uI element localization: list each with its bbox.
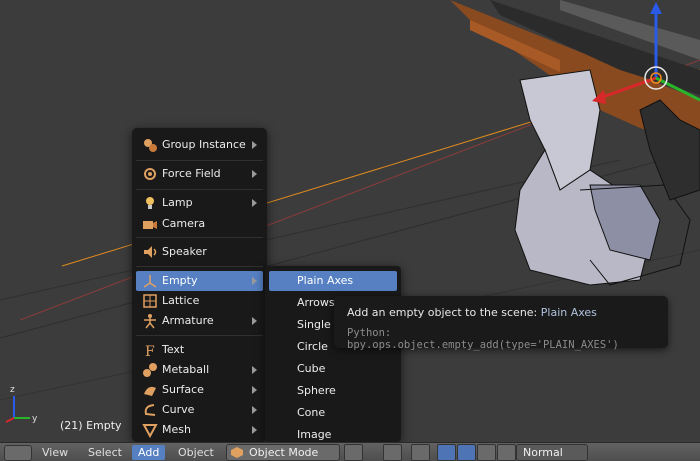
menu-item-metaball[interactable]: Metaball bbox=[136, 360, 263, 380]
menu-item-speaker[interactable]: Speaker bbox=[136, 242, 263, 262]
menu-item-label: Lamp bbox=[162, 196, 193, 209]
menu-item-camera[interactable]: Camera bbox=[136, 214, 263, 234]
menu-view[interactable]: View bbox=[42, 446, 68, 459]
active-object-label: (21) Empty bbox=[60, 419, 122, 432]
menu-item-label: Empty bbox=[162, 274, 198, 287]
tooltip-description-text: Add an empty object to the scene: bbox=[347, 306, 538, 319]
menu-item-label: Armature bbox=[162, 314, 214, 327]
transform-orientation-icon-button[interactable] bbox=[497, 444, 516, 461]
submenu-arrow-icon bbox=[252, 199, 257, 207]
menu-item-label: Lattice bbox=[162, 294, 200, 307]
submenu-arrow-icon bbox=[252, 170, 257, 178]
svg-text:y: y bbox=[32, 414, 38, 424]
menu-item-curve[interactable]: Curve bbox=[136, 400, 263, 420]
armature-icon bbox=[144, 314, 156, 329]
menu-item-label: Metaball bbox=[162, 363, 210, 376]
add-menu: Group Instance Force Field Lamp Camera S… bbox=[132, 128, 267, 442]
submenu-arrow-icon bbox=[252, 141, 257, 149]
editor-type-button[interactable] bbox=[4, 445, 32, 461]
menu-separator bbox=[136, 335, 263, 336]
lattice-icon bbox=[143, 294, 157, 308]
curve-icon bbox=[144, 404, 156, 416]
menu-separator bbox=[136, 266, 263, 267]
tooltip: Add an empty object to the scene: Plain … bbox=[334, 296, 668, 351]
menu-item-label: Camera bbox=[162, 217, 206, 230]
menu-item-label: Group Instance bbox=[162, 138, 246, 151]
submenu-item-label: Cube bbox=[297, 362, 326, 375]
mesh-icon bbox=[142, 424, 158, 438]
force-field-icon bbox=[144, 168, 156, 180]
shading-button[interactable] bbox=[344, 444, 363, 461]
menu-item-lamp[interactable]: Lamp bbox=[136, 193, 263, 213]
submenu-item-label: Image bbox=[297, 428, 332, 441]
menu-item-label: Curve bbox=[162, 403, 195, 416]
orientation-label: Normal bbox=[523, 446, 563, 459]
submenu-arrow-icon bbox=[252, 366, 257, 374]
menu-item-text[interactable]: F Text bbox=[136, 340, 263, 360]
menu-add[interactable]: Add bbox=[132, 445, 166, 460]
submenu-arrow-icon bbox=[252, 317, 257, 325]
submenu-arrow-icon bbox=[252, 277, 257, 285]
empty-icon bbox=[143, 275, 157, 288]
pivot-button[interactable] bbox=[383, 444, 402, 461]
object-mode-icon bbox=[231, 447, 243, 458]
speaker-icon bbox=[144, 246, 157, 258]
submenu-item-label: Cone bbox=[297, 406, 326, 419]
menu-item-armature[interactable]: Armature bbox=[136, 311, 263, 331]
translate-manipulator-button[interactable] bbox=[437, 444, 456, 461]
svg-text:F: F bbox=[145, 344, 155, 358]
rotate-manipulator-button[interactable] bbox=[457, 444, 476, 461]
menu-item-label: Force Field bbox=[162, 167, 221, 180]
surface-icon bbox=[144, 386, 156, 396]
group-instance-icon bbox=[144, 139, 157, 152]
tooltip-python: Python: bpy.ops.object.empty_add(type='P… bbox=[347, 327, 619, 351]
menu-separator bbox=[136, 189, 263, 190]
menu-item-label: Mesh bbox=[162, 423, 191, 436]
camera-icon bbox=[143, 221, 157, 229]
submenu-item-label: Sphere bbox=[297, 384, 336, 397]
submenu-item-label: Arrows bbox=[297, 296, 335, 309]
submenu-item-cube[interactable]: Cube bbox=[269, 359, 397, 379]
submenu-item-cone[interactable]: Cone bbox=[269, 403, 397, 423]
empty-submenu: Plain Axes Arrows Single Arrow Circle Cu… bbox=[265, 266, 401, 442]
menu-item-label: Speaker bbox=[162, 245, 207, 258]
submenu-item-sphere[interactable]: Sphere bbox=[269, 381, 397, 401]
menu-select[interactable]: Select bbox=[88, 446, 122, 459]
viewport-header: View Select Add Object Object Mode Norma… bbox=[0, 442, 700, 461]
mode-selector[interactable]: Object Mode bbox=[226, 444, 340, 461]
menu-item-force-field[interactable]: Force Field bbox=[136, 164, 263, 184]
submenu-arrow-icon bbox=[252, 386, 257, 394]
submenu-item-plain-axes[interactable]: Plain Axes bbox=[269, 271, 397, 291]
metaball-icon bbox=[143, 363, 157, 377]
menu-separator bbox=[136, 160, 263, 161]
menu-separator bbox=[136, 237, 263, 238]
submenu-arrow-icon bbox=[252, 406, 257, 414]
menu-item-group-instance[interactable]: Group Instance bbox=[136, 135, 263, 155]
lamp-icon bbox=[146, 197, 154, 209]
svg-text:z: z bbox=[10, 385, 15, 395]
submenu-arrow-icon bbox=[252, 426, 257, 434]
menu-item-mesh[interactable]: Mesh bbox=[136, 420, 263, 440]
scale-manipulator-button[interactable] bbox=[477, 444, 496, 461]
transform-orientation-selector[interactable]: Normal bbox=[516, 444, 588, 461]
submenu-item-label: Plain Axes bbox=[297, 274, 354, 287]
menu-item-empty[interactable]: Empty bbox=[136, 271, 263, 291]
menu-item-label: Text bbox=[162, 343, 185, 356]
manipulator-toggle-button[interactable] bbox=[411, 444, 430, 461]
menu-object[interactable]: Object bbox=[178, 446, 214, 459]
text-icon: F bbox=[145, 344, 155, 358]
mode-label: Object Mode bbox=[249, 446, 319, 459]
menu-item-surface[interactable]: Surface bbox=[136, 380, 263, 400]
menu-item-lattice[interactable]: Lattice bbox=[136, 291, 263, 311]
tooltip-value: Plain Axes bbox=[540, 306, 597, 319]
menu-item-label: Surface bbox=[162, 383, 204, 396]
tooltip-description: Add an empty object to the scene: Plain … bbox=[347, 306, 597, 319]
submenu-item-label: Circle bbox=[297, 340, 328, 353]
